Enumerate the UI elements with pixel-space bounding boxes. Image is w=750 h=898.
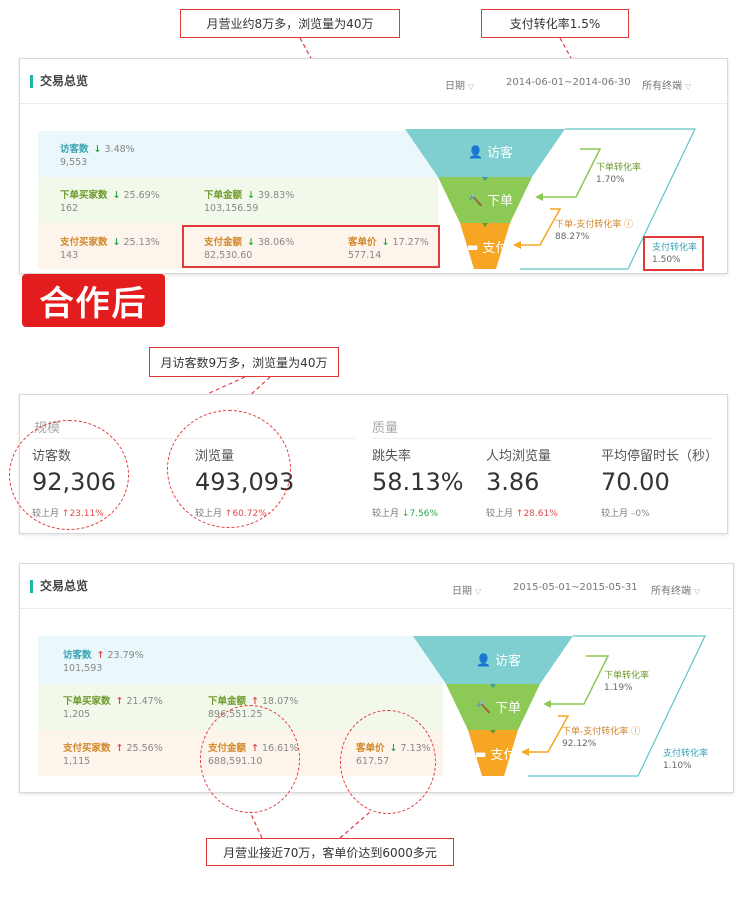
funnel-stage-visit: 👤 访客 <box>468 144 513 162</box>
highlight-circle-pay-amount <box>200 705 300 813</box>
highlight-pay-rate <box>643 236 704 271</box>
conv-order-pay-rate: 下单-支付转化率 ⓘ 88.27% <box>555 220 634 242</box>
after-cooperation-banner: 合作后 <box>22 274 165 327</box>
stat-compare-bounce-rate: 较上月 ↓7.56% <box>372 509 439 519</box>
callout-visitors-after: 月访客数9万多，浏览量为40万 <box>149 347 339 377</box>
highlight-circle-visitors <box>9 420 129 530</box>
stat-compare-pages-per-visitor: 较上月 ↑28.61% <box>486 509 558 519</box>
highlight-pay-amount <box>182 225 440 268</box>
stat-compare-avg-stay: 较上月 –0% <box>601 509 650 519</box>
user-icon: 👤 <box>468 144 483 159</box>
callout-revenue-before: 月营业约8万多，浏览量为40万 <box>180 9 400 38</box>
stat-value-avg-stay: 70.00 <box>601 468 670 496</box>
highlight-circle-pageviews <box>167 410 291 528</box>
stat-label-pages-per-visitor: 人均浏览量 <box>486 449 552 464</box>
conv-order-pay-rate: 下单-支付转化率 ⓘ 92.12% <box>562 727 641 749</box>
help-icon[interactable]: ⓘ <box>624 220 633 230</box>
trade-overview-panel-before: 交易总览 日期 ▽ 2014-06-01~2014-06-30 所有终端 ▽ 访客数… <box>19 58 728 274</box>
hammer-icon: 🔨 <box>468 192 483 207</box>
funnel-stage-order: 🔨 下单 <box>468 192 513 210</box>
funnel-stage-pay: ▬ 支付 <box>467 239 509 257</box>
conv-pay-rate: 支付转化率 1.10% <box>663 749 709 771</box>
card-icon: ▬ <box>475 746 487 761</box>
stat-label-avg-stay: 平均停留时长（秒） <box>601 449 719 464</box>
highlight-circle-unit-price <box>340 710 436 814</box>
conv-order-rate: 下单转化率 1.70% <box>596 163 642 185</box>
help-icon[interactable]: ⓘ <box>631 727 640 737</box>
card-icon: ▬ <box>467 239 479 254</box>
conv-order-rate: 下单转化率 1.19% <box>604 671 650 693</box>
stat-label-bounce-rate: 跳失率 <box>372 449 412 464</box>
hammer-icon: 🔨 <box>476 699 491 714</box>
stat-value-pages-per-visitor: 3.86 <box>486 468 540 496</box>
callout-revenue-after: 月营业接近70万，客单价达到6000多元 <box>206 838 454 866</box>
funnel-stage-pay: ▬ 支付 <box>475 746 517 764</box>
user-icon: 👤 <box>476 652 491 667</box>
funnel-stage-visit: 👤 访客 <box>476 652 521 670</box>
stat-value-bounce-rate: 58.13% <box>372 468 464 496</box>
funnel-stage-order: 🔨 下单 <box>476 699 521 717</box>
callout-pay-rate-before: 支付转化率1.5% <box>481 9 629 38</box>
quality-group-title: 质量 <box>372 421 399 436</box>
